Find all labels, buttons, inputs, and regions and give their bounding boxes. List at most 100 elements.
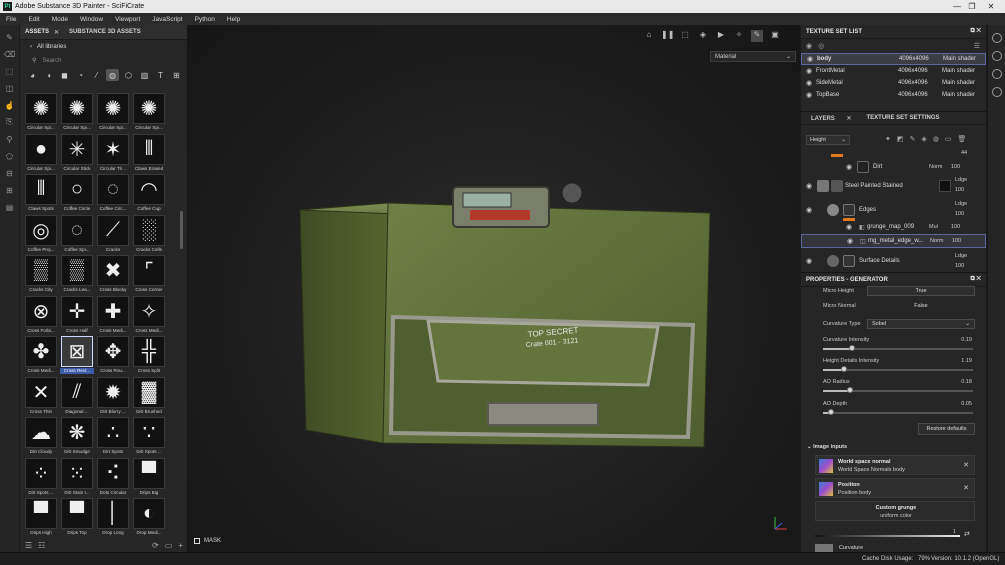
layer-opacity[interactable]: 100 xyxy=(952,238,961,244)
asset-thumbnail[interactable]: ∴ Dirt Spots xyxy=(96,417,130,457)
asset-thumbnail[interactable]: ⠪ Dots Circular xyxy=(96,457,130,498)
micro-normal-toggle[interactable]: False xyxy=(867,301,975,311)
asset-thumbnail[interactable]: ✺ Circular Spi... xyxy=(132,93,166,133)
eye-icon[interactable]: ◉ xyxy=(806,257,812,265)
library-selector[interactable]: › All libraries xyxy=(20,40,187,53)
shelf-icon[interactable] xyxy=(991,33,1002,43)
slider-value[interactable]: 0.19 xyxy=(961,337,972,343)
layer-row[interactable]: ◉ Surface Details Ldge 100 xyxy=(801,250,986,272)
polygon-fill-icon[interactable]: ⬠ xyxy=(4,151,16,161)
layer-blend[interactable]: Norm xyxy=(930,238,943,244)
asset-thumbnail[interactable]: ◐ Drop Medi... xyxy=(132,498,166,538)
paint-brush-icon[interactable]: ✎ xyxy=(4,32,16,42)
layer-blend[interactable]: Norm xyxy=(929,164,942,170)
add-folder-icon[interactable]: ▭ xyxy=(945,135,952,143)
menu-file[interactable]: File xyxy=(0,16,22,23)
menu-icon[interactable]: ☰ xyxy=(974,42,980,50)
asset-thumbnail[interactable]: ⟋ Cracks xyxy=(96,214,130,255)
filter-alphas-icon[interactable]: ◍ xyxy=(106,69,119,81)
eye-icon[interactable]: ◉ xyxy=(806,182,812,190)
asset-thumbnail[interactable]: ● Circular Spi... xyxy=(24,133,58,174)
asset-thumbnail[interactable]: ╬ Cross Split xyxy=(132,336,166,376)
slider-track[interactable] xyxy=(823,409,973,415)
asset-thumbnail[interactable]: ❋ Dirt Smudge xyxy=(60,417,94,457)
micro-height-toggle[interactable]: True xyxy=(867,286,975,296)
asset-thumbnail[interactable]: ⫽ Diagonal ... xyxy=(60,376,94,417)
smudge-icon[interactable]: ☝ xyxy=(4,100,16,110)
filter-procedurals-icon[interactable]: ⬡ xyxy=(122,69,135,81)
restore-defaults-button[interactable]: Restore defaults xyxy=(918,423,975,435)
tab-assets[interactable]: ASSETS ✕ xyxy=(20,25,64,40)
asset-search[interactable]: ⚲ Search xyxy=(26,54,181,67)
asset-thumbnail[interactable]: ▒ Cracks City xyxy=(24,255,58,295)
search-input[interactable]: Search xyxy=(42,58,61,64)
mask-toggle[interactable]: MASK xyxy=(194,538,221,544)
viewport-3d[interactable]: ⌂ ❚❚ ⬚ ◈ ▶ ✧ ✎ ▣ Material ⌄ TOP SECRET Cr… xyxy=(188,25,800,552)
curvature-type-select[interactable]: Sobel ⌄ xyxy=(867,319,975,329)
eye-icon[interactable]: ◎ xyxy=(818,42,824,50)
menu-viewport[interactable]: Viewport xyxy=(109,16,146,23)
remove-icon[interactable]: ✕ xyxy=(963,461,969,469)
mask-effect-row[interactable]: ◉ ◫ mg_metal_edge_w... Norm 100 xyxy=(801,234,986,248)
asset-thumbnail[interactable]: ▀ Drips High xyxy=(24,498,58,538)
tab-texture-set-settings[interactable]: TEXTURE SET SETTINGS xyxy=(862,115,945,121)
close-window-icon[interactable]: ✕ xyxy=(979,0,1003,13)
asset-thumbnail[interactable]: ✺ Circular Spi... xyxy=(24,93,58,133)
asset-thumbnail[interactable]: ▒ Cracks Lea... xyxy=(60,255,94,295)
eye-icon[interactable]: ◉ xyxy=(806,91,816,99)
add-mask-icon[interactable]: ◩ xyxy=(897,135,904,143)
asset-thumbnail[interactable]: ✺ Circular Spi... xyxy=(96,93,130,133)
panel-controls-icon[interactable]: ⧉ ✕ xyxy=(970,276,981,283)
slider-value[interactable]: 1.19 xyxy=(961,358,972,364)
asset-thumbnail[interactable]: ⁙ Dirt Stain I... xyxy=(60,457,94,498)
asset-thumbnail[interactable]: ∵ Dirt Spots ... xyxy=(132,417,166,457)
image-input-world-normal[interactable]: World space normal World Space Normals b… xyxy=(815,455,975,475)
tab-layers[interactable]: LAYERS ✕ xyxy=(801,115,862,122)
add-paint-layer-icon[interactable]: ✎ xyxy=(910,135,916,143)
slider-value[interactable]: 0.05 xyxy=(961,401,972,407)
menu-javascript[interactable]: JavaScript xyxy=(146,16,188,23)
texture-set-row[interactable]: ◉ body 4096x4096 Main shader xyxy=(801,53,986,65)
asset-scrollbar[interactable] xyxy=(180,211,183,249)
slider-handle[interactable] xyxy=(847,387,853,393)
asset-thumbnail[interactable]: ✖ Cross Blocky xyxy=(96,255,130,295)
asset-thumbnail[interactable]: ⦀ Claws Spots xyxy=(24,174,58,214)
eye-icon[interactable]: ◉ xyxy=(847,237,853,245)
asset-thumbnail[interactable]: ○ Coffee Circle xyxy=(60,174,94,214)
eye-icon[interactable]: ◉ xyxy=(806,67,816,75)
filter-masks-icon[interactable]: ◼ xyxy=(58,69,71,81)
asset-thumbnail[interactable]: ▀ Drips Big xyxy=(132,457,166,498)
asset-thumbnail[interactable]: ▀ Drips Top xyxy=(60,498,94,538)
mask-checkbox[interactable] xyxy=(194,538,200,544)
eraser-icon[interactable]: ⌫ xyxy=(4,49,16,59)
layer-blend[interactable]: Ldge xyxy=(955,177,967,183)
layer-row[interactable]: ◉ Steel Painted Stained Ldge 100 xyxy=(801,174,986,198)
layer-opacity[interactable]: 100 xyxy=(951,224,960,230)
remove-icon[interactable]: ✕ xyxy=(963,484,969,492)
menu-mode[interactable]: Mode xyxy=(46,16,74,23)
layer-opacity[interactable]: 100 xyxy=(955,211,964,217)
material-picker-icon[interactable]: ⚲ xyxy=(4,134,16,144)
layer-blend[interactable]: Ldge xyxy=(955,253,967,259)
asset-thumbnail[interactable]: ⊠ Cross Rect... xyxy=(60,336,94,376)
menu-python[interactable]: Python xyxy=(189,16,221,23)
eye-icon[interactable]: ◉ xyxy=(846,223,852,231)
texture-set-row[interactable]: ◉ TopBase 4096x4096 Main shader xyxy=(801,89,986,101)
layer-opacity[interactable]: 100 xyxy=(951,164,960,170)
asset-thumbnail[interactable]: ✳ Circular Stick xyxy=(60,133,94,174)
add-icon[interactable]: + xyxy=(178,541,183,550)
geometry-mask-icon[interactable]: ◫ xyxy=(4,83,16,93)
menu-help[interactable]: Help xyxy=(221,16,246,23)
asset-thumbnail[interactable]: ◠ Coffee Cup xyxy=(132,174,166,214)
asset-thumbnail[interactable]: ✥ Cross Rou... xyxy=(96,336,130,376)
filter-textures-icon[interactable]: ▨ xyxy=(138,69,151,81)
refresh-icon[interactable]: ⟳ xyxy=(152,541,159,550)
slider-track[interactable] xyxy=(823,366,973,372)
filter-list-icon[interactable]: ☷ xyxy=(38,541,45,550)
asset-thumbnail[interactable]: ◌ Coffee Circ... xyxy=(96,174,130,214)
filter-generators-icon[interactable]: ◔ xyxy=(74,69,87,81)
layer-row[interactable]: ◉ Edges Ldge 100 xyxy=(801,198,986,222)
slider-handle[interactable] xyxy=(841,366,847,372)
delete-layer-icon[interactable]: 🗑 xyxy=(958,135,967,143)
shader-settings-icon[interactable]: ⊞ xyxy=(4,185,16,195)
